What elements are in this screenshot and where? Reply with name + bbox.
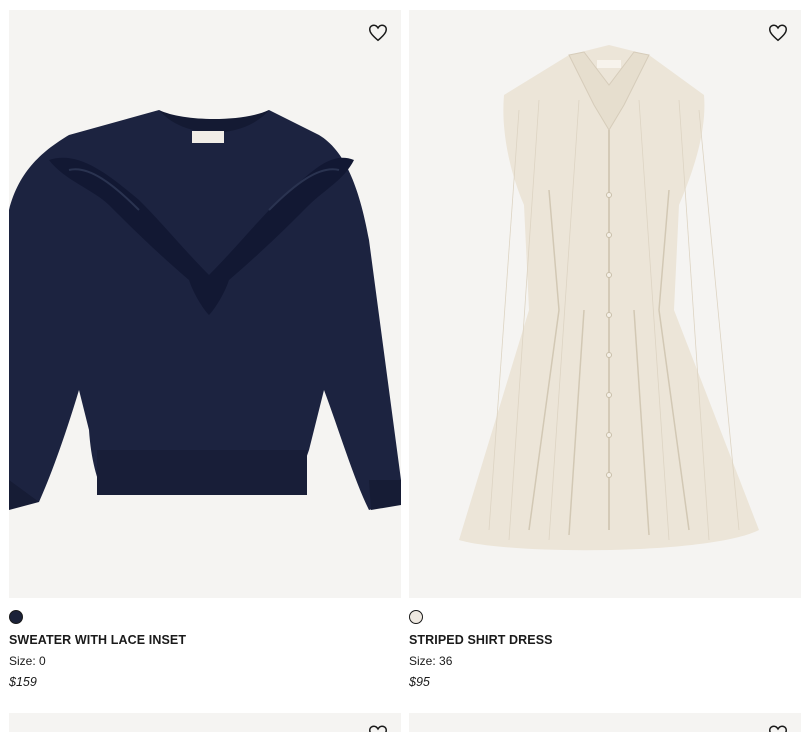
color-swatch-row [9,610,401,626]
size-label: Size: [409,654,436,668]
heart-outline-icon[interactable] [767,22,789,44]
product-price: $159 [9,675,37,689]
heart-outline-icon[interactable] [367,723,389,732]
product-size: Size: 0 [9,654,401,668]
product-image-dress[interactable] [409,10,801,598]
color-swatch-row [409,610,801,626]
product-card-next-1[interactable] [9,713,401,732]
product-name[interactable]: STRIPED SHIRT DRESS [409,633,801,647]
product-card-sweater[interactable]: SWEATER WITH LACE INSET Size: 0 $159 [9,10,401,689]
size-label: Size: [9,654,36,668]
heart-outline-icon[interactable] [367,22,389,44]
navy-sweater-image [9,110,401,510]
color-swatch-navy[interactable] [9,610,23,624]
product-image-sweater[interactable] [9,10,401,598]
product-name[interactable]: SWEATER WITH LACE INSET [9,633,401,647]
product-card-next-2[interactable] [409,713,801,732]
heart-outline-icon[interactable] [767,723,789,732]
product-price: $95 [409,675,430,689]
product-card-dress[interactable]: STRIPED SHIRT DRESS Size: 36 $95 [409,10,801,689]
color-swatch-ecru[interactable] [409,610,423,624]
size-value: 0 [39,654,46,668]
product-size: Size: 36 [409,654,801,668]
size-value: 36 [439,654,453,668]
striped-shirt-dress-image [459,45,759,551]
